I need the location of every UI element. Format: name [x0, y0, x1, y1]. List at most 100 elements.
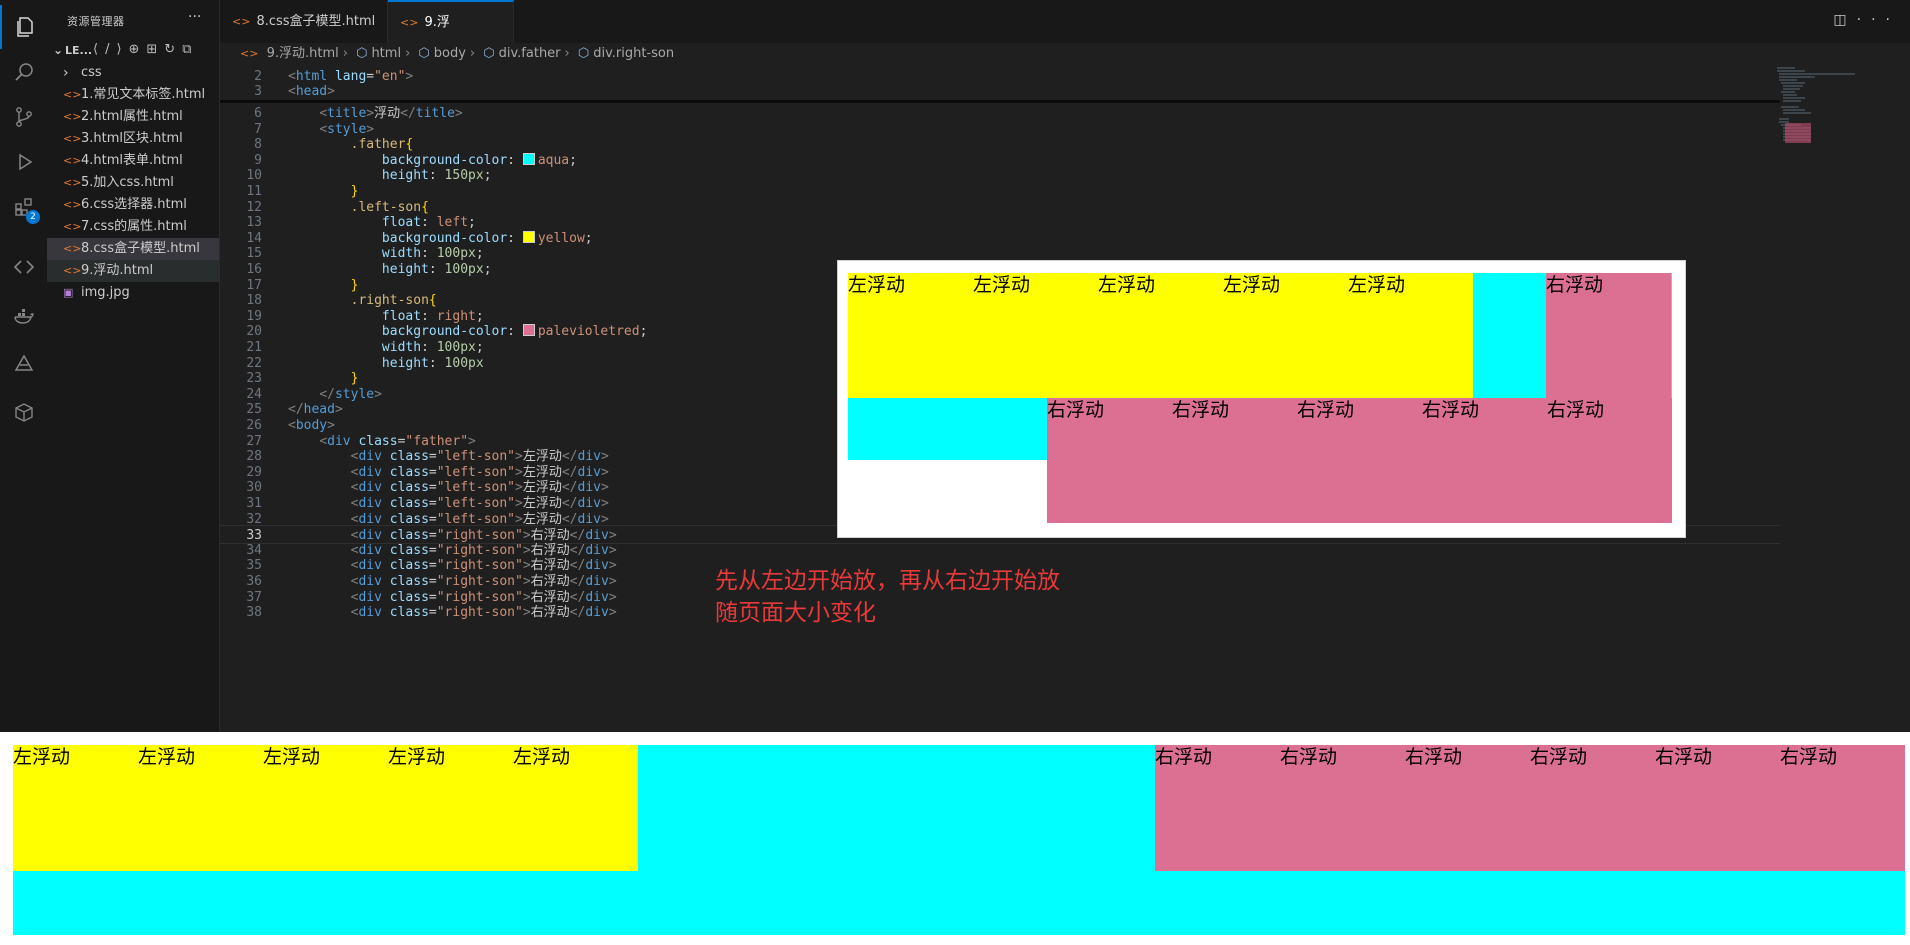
html-file-icon: <>	[63, 242, 82, 255]
left-son-box: 左浮动	[13, 745, 138, 871]
annotation-text: 先从左边开始放，再从右边开始放 随页面大小变化	[715, 565, 1060, 629]
file-name: 5.加入css.html	[81, 175, 174, 190]
editor-actions[interactable]: ◫···	[1833, 12, 1900, 28]
right-son-box: 右浮动	[1405, 745, 1530, 871]
workspace-folder-name: LE...	[65, 44, 93, 57]
chevron-right-icon: ›	[342, 46, 348, 61]
line-code: <head>	[288, 84, 335, 99]
left-son-box: 左浮动	[848, 273, 973, 398]
file-name: css	[81, 65, 102, 80]
left-son-box: 左浮动	[1223, 273, 1348, 398]
html-file-icon: <>	[400, 16, 419, 29]
right-son-box: 右浮动	[1297, 398, 1422, 523]
right-son-box: 右浮动	[1546, 273, 1671, 398]
docker-icon[interactable]	[0, 295, 47, 339]
file-name: img.jpg	[81, 285, 130, 300]
file-item[interactable]: <> 1.常见文本标签.html	[47, 84, 219, 106]
html-file-icon: <>	[63, 154, 82, 167]
gitlens-icon[interactable]	[0, 342, 47, 386]
file-name: 6.css选择器.html	[81, 197, 187, 212]
extensions-badge: 2	[26, 210, 40, 224]
tab-float[interactable]: <>9.浮动.html✕	[388, 0, 514, 71]
right-son-box: 右浮动	[1280, 745, 1405, 871]
right-son-box: 右浮动	[1047, 398, 1172, 523]
package-icon[interactable]	[0, 390, 47, 434]
left-son-box: 左浮动	[513, 745, 638, 871]
file-item[interactable]: <> 4.html表单.html	[47, 150, 219, 172]
tab-label: 8.css盒子模型.html	[256, 14, 376, 29]
minimap[interactable]	[1775, 65, 1910, 165]
breadcrumb-html[interactable]: html	[371, 46, 401, 61]
html-file-icon: <>	[232, 15, 251, 28]
breadcrumb-right-son[interactable]: div.right-son	[593, 46, 674, 61]
file-name: 7.css的属性.html	[81, 219, 187, 234]
line-code: <div class="right-son">右浮动</div>	[350, 605, 617, 621]
right-son-box: 右浮动	[1780, 745, 1905, 871]
workspace-folder[interactable]: ⌄ LE... ⟨/⟩⊕⊞↻⧉	[47, 40, 219, 62]
breadcrumb-file[interactable]: 9.浮动.html	[267, 46, 339, 61]
image-file-icon: ▣	[63, 286, 74, 299]
file-item[interactable]: <> 9.浮动.html	[47, 260, 219, 282]
chevron-down-icon: ⌄	[53, 43, 64, 57]
remote-icon[interactable]	[0, 245, 47, 289]
file-name: 2.html属性.html	[81, 109, 183, 124]
more-icon[interactable]: ···	[1857, 12, 1900, 28]
chevron-right-icon: ›	[469, 46, 476, 61]
right-son-box: 右浮动	[1547, 398, 1672, 523]
split-editor-icon[interactable]: ◫	[1833, 12, 1856, 28]
line-number: 38	[246, 605, 262, 621]
file-name: 4.html表单.html	[81, 153, 183, 168]
more-actions-icon[interactable]: ···	[188, 9, 201, 25]
html-file-icon: <>	[63, 176, 82, 189]
file-item[interactable]: <> 3.html区块.html	[47, 128, 219, 150]
chevron-right-icon: ›	[405, 46, 411, 61]
file-name: 3.html区块.html	[81, 131, 183, 146]
html-file-icon: <>	[63, 132, 82, 145]
file-item[interactable]: <> 5.加入css.html	[47, 172, 219, 194]
file-item[interactable]: › css	[47, 62, 219, 84]
browser-preview-small: 左浮动 左浮动 左浮动 左浮动 左浮动 右浮动 右浮动 右浮动 右浮动 右浮动 右浮动	[837, 260, 1686, 538]
files-icon[interactable]	[0, 5, 47, 49]
right-son-box: 右浮动	[1655, 745, 1780, 871]
right-son-box: 右浮动	[1422, 398, 1547, 523]
breadcrumb-body[interactable]: body	[434, 46, 466, 61]
breadcrumb-father[interactable]: div.father	[499, 46, 561, 61]
extensions-icon[interactable]: 2	[0, 185, 47, 229]
code-line[interactable]: 3 <head>	[220, 82, 1780, 101]
file-name: 1.常见文本标签.html	[81, 87, 206, 102]
chevron-right-icon: ›	[564, 46, 570, 61]
breadcrumb: <> 9.浮动.html › ⬡ html › ⬡ body › ⬡ div.father ›…	[220, 43, 1910, 65]
element-icon: ⬡	[418, 46, 430, 61]
left-son-box: 左浮动	[973, 273, 1098, 398]
right-son-box: 右浮动	[1155, 745, 1280, 871]
file-name: 8.css盒子模型.html	[81, 241, 200, 256]
annotation-line-1: 先从左边开始放，再从右边开始放	[715, 568, 1060, 594]
chevron-right-icon: ›	[63, 65, 69, 81]
search-icon[interactable]	[0, 50, 47, 94]
element-icon: ⬡	[577, 46, 590, 61]
browser-preview-large: 左浮动 左浮动 左浮动 左浮动 左浮动 右浮动 右浮动 右浮动 右浮动 右浮动 右浮动	[0, 732, 1910, 945]
explorer-toolbar[interactable]: ⟨/⟩⊕⊞↻⧉	[93, 42, 198, 57]
explorer-title: 资源管理器	[67, 15, 125, 28]
source-control-icon[interactable]	[0, 95, 47, 139]
left-son-box: 左浮动	[1098, 273, 1223, 398]
line-number: 3	[254, 84, 262, 99]
html-file-icon: <>	[240, 47, 259, 60]
right-son-box: 右浮动	[1172, 398, 1297, 523]
file-item[interactable]: ▣ img.jpg	[47, 282, 219, 304]
right-son-box: 右浮动	[1530, 745, 1655, 871]
run-debug-icon[interactable]	[0, 140, 47, 184]
left-son-box: 左浮动	[1348, 273, 1473, 398]
element-icon: ⬡	[356, 46, 368, 61]
annotation-line-2: 随页面大小变化	[715, 600, 876, 626]
tab-box-model[interactable]: <> 8.css盒子模型.html	[220, 0, 388, 43]
html-file-icon: <>	[63, 110, 82, 123]
html-file-icon: <>	[63, 88, 82, 101]
file-item[interactable]: <> 2.html属性.html	[47, 106, 219, 128]
html-file-icon: <>	[63, 220, 82, 233]
left-son-box: 左浮动	[388, 745, 513, 871]
file-item[interactable]: <> 6.css选择器.html	[47, 194, 219, 216]
tab-bar: <> 8.css盒子模型.html <>9.浮动.html✕ ◫···	[220, 0, 1910, 71]
file-item[interactable]: <> 8.css盒子模型.html	[47, 238, 219, 260]
file-item[interactable]: <> 7.css的属性.html	[47, 216, 219, 238]
